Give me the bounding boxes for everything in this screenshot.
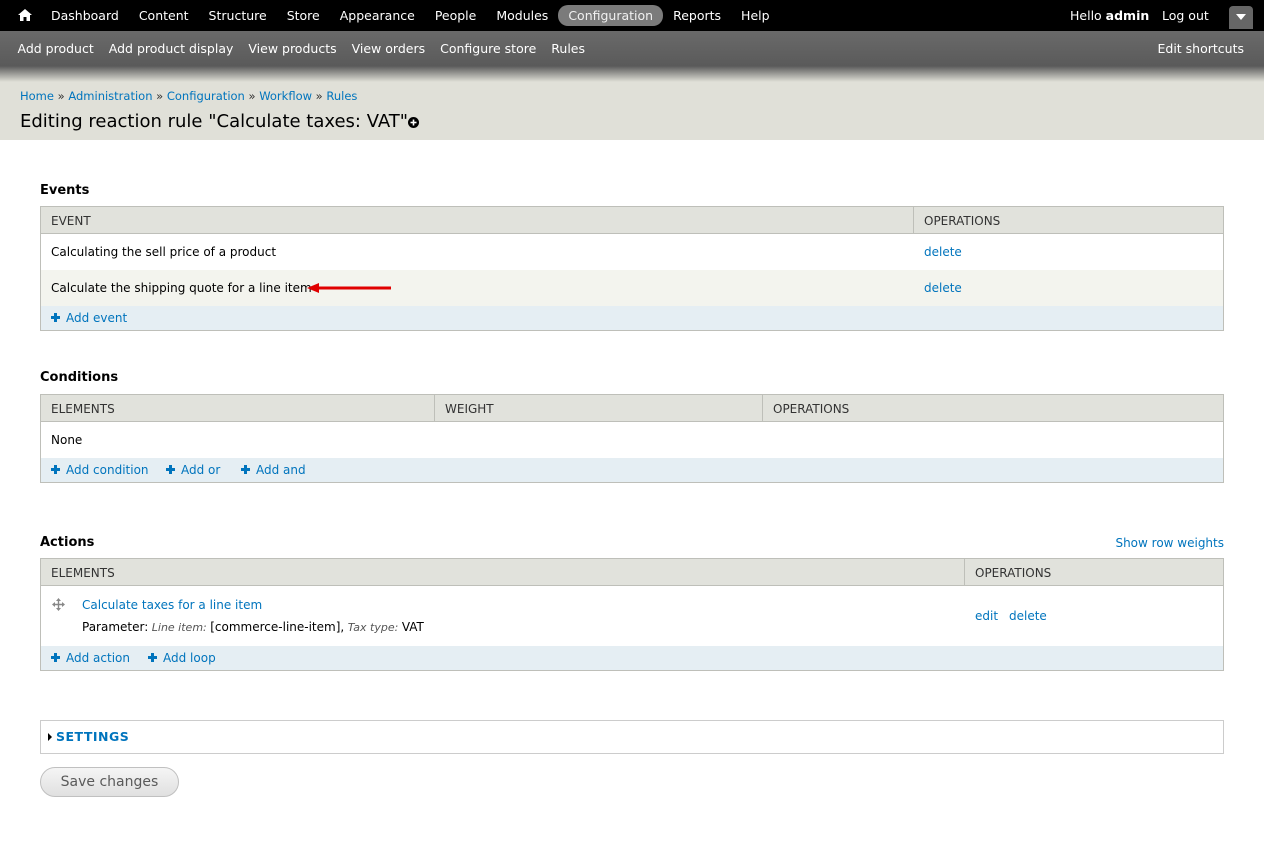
breadcrumb-home[interactable]: Home bbox=[20, 89, 54, 103]
action-parameters: Parameter: Line item: [commerce-line-ite… bbox=[82, 620, 424, 634]
plus-icon bbox=[51, 465, 60, 474]
red-arrow-annotation bbox=[307, 283, 391, 293]
table-row: Calculate the shipping quote for a line … bbox=[41, 270, 1223, 306]
table-row: Calculating the sell price of a product … bbox=[41, 234, 1223, 270]
settings-legend[interactable]: SETTINGS bbox=[56, 729, 129, 744]
conditions-header-weight: WEIGHT bbox=[445, 402, 494, 416]
add-or-link[interactable]: Add or bbox=[166, 463, 220, 477]
page-header: Home » Administration » Configuration » … bbox=[0, 82, 1264, 140]
events-header-operations: OPERATIONS bbox=[924, 214, 1001, 228]
add-event-link[interactable]: Add event bbox=[51, 311, 127, 325]
page-title: Editing reaction rule "Calculate taxes: … bbox=[20, 111, 409, 132]
user-greeting: Hello admin bbox=[1070, 8, 1149, 23]
action-edit-link[interactable]: edit bbox=[975, 609, 998, 623]
menu-help[interactable]: Help bbox=[731, 5, 780, 26]
table-row: Calculate taxes for a line item Paramete… bbox=[41, 586, 1223, 646]
actions-table: ELEMENTS OPERATIONS Calculate taxes for … bbox=[40, 558, 1224, 671]
event-delete-link[interactable]: delete bbox=[924, 281, 962, 295]
breadcrumb-administration[interactable]: Administration bbox=[68, 89, 152, 103]
menu-dashboard[interactable]: Dashboard bbox=[41, 5, 129, 26]
events-header-event: EVENT bbox=[51, 214, 91, 228]
shortcut-add-product-display[interactable]: Add product display bbox=[101, 41, 241, 56]
column-divider bbox=[434, 395, 435, 421]
shortcut-view-orders[interactable]: View orders bbox=[344, 41, 432, 56]
plus-icon bbox=[148, 653, 157, 662]
add-action-link[interactable]: Add action bbox=[51, 651, 130, 665]
settings-fieldset[interactable]: SETTINGS bbox=[40, 720, 1224, 754]
column-divider bbox=[964, 559, 965, 585]
plus-icon bbox=[166, 465, 175, 474]
save-changes-button[interactable]: Save changes bbox=[40, 767, 179, 797]
breadcrumb-configuration[interactable]: Configuration bbox=[167, 89, 245, 103]
menu-structure[interactable]: Structure bbox=[199, 5, 277, 26]
add-shortcut-icon[interactable] bbox=[408, 117, 419, 128]
drag-handle-icon[interactable] bbox=[52, 598, 65, 611]
actions-header-elements: ELEMENTS bbox=[51, 566, 115, 580]
conditions-table-header: ELEMENTS WEIGHT OPERATIONS bbox=[41, 395, 1223, 422]
column-divider bbox=[913, 207, 914, 233]
actions-add-bar: Add action Add loop bbox=[41, 646, 1223, 670]
edit-shortcuts-link[interactable]: Edit shortcuts bbox=[1157, 41, 1244, 56]
shortcut-configure-store[interactable]: Configure store bbox=[433, 41, 544, 56]
toolbar-menu: Dashboard Content Structure Store Appear… bbox=[41, 0, 780, 31]
event-name: Calculating the sell price of a product bbox=[51, 245, 277, 259]
chevron-down-icon bbox=[1236, 14, 1246, 20]
logout-link[interactable]: Log out bbox=[1162, 8, 1209, 23]
conditions-none-text: None bbox=[51, 433, 83, 447]
username[interactable]: admin bbox=[1106, 8, 1150, 23]
conditions-title: Conditions bbox=[40, 370, 119, 385]
menu-content[interactable]: Content bbox=[129, 5, 199, 26]
breadcrumb: Home » Administration » Configuration » … bbox=[20, 89, 358, 103]
shortcut-view-products[interactable]: View products bbox=[241, 41, 344, 56]
actions-header-operations: OPERATIONS bbox=[975, 566, 1052, 580]
conditions-table: ELEMENTS WEIGHT OPERATIONS None Add cond… bbox=[40, 394, 1224, 483]
events-title: Events bbox=[40, 183, 90, 198]
breadcrumb-workflow[interactable]: Workflow bbox=[259, 89, 312, 103]
actions-table-header: ELEMENTS OPERATIONS bbox=[41, 559, 1223, 586]
breadcrumb-rules[interactable]: Rules bbox=[326, 89, 357, 103]
conditions-header-elements: ELEMENTS bbox=[51, 402, 115, 416]
events-table-header: EVENT OPERATIONS bbox=[41, 207, 1223, 234]
show-row-weights-link[interactable]: Show row weights bbox=[1115, 536, 1224, 550]
header-shade bbox=[0, 66, 1264, 82]
menu-modules[interactable]: Modules bbox=[486, 5, 558, 26]
event-name: Calculate the shipping quote for a line … bbox=[51, 281, 312, 295]
menu-people[interactable]: People bbox=[425, 5, 487, 26]
event-delete-link[interactable]: delete bbox=[924, 245, 962, 259]
column-divider bbox=[762, 395, 763, 421]
action-name-link[interactable]: Calculate taxes for a line item bbox=[82, 598, 262, 612]
menu-configuration[interactable]: Configuration bbox=[558, 5, 664, 26]
collapse-triangle-icon bbox=[48, 733, 52, 741]
home-icon[interactable] bbox=[17, 7, 33, 23]
table-row: None bbox=[41, 422, 1223, 458]
plus-icon bbox=[51, 653, 60, 662]
menu-reports[interactable]: Reports bbox=[663, 5, 731, 26]
shortcuts-toggle-button[interactable] bbox=[1229, 6, 1253, 29]
events-table: EVENT OPERATIONS Calculating the sell pr… bbox=[40, 206, 1224, 331]
events-add-bar: Add event bbox=[41, 306, 1223, 330]
add-and-link[interactable]: Add and bbox=[241, 463, 306, 477]
add-loop-link[interactable]: Add loop bbox=[148, 651, 216, 665]
shortcut-rules[interactable]: Rules bbox=[544, 41, 593, 56]
menu-store[interactable]: Store bbox=[277, 5, 330, 26]
action-delete-link[interactable]: delete bbox=[1009, 609, 1047, 623]
hello-text: Hello bbox=[1070, 8, 1102, 23]
actions-title: Actions bbox=[40, 535, 95, 550]
conditions-add-bar: Add condition Add or Add and bbox=[41, 458, 1223, 482]
plus-icon bbox=[241, 465, 250, 474]
plus-icon bbox=[51, 313, 60, 322]
add-condition-link[interactable]: Add condition bbox=[51, 463, 149, 477]
menu-appearance[interactable]: Appearance bbox=[330, 5, 425, 26]
shortcut-add-product[interactable]: Add product bbox=[10, 41, 101, 56]
conditions-header-operations: OPERATIONS bbox=[773, 402, 850, 416]
admin-toolbar: Dashboard Content Structure Store Appear… bbox=[0, 0, 1264, 31]
shortcuts-bar: Add product Add product display View pro… bbox=[0, 31, 1264, 66]
